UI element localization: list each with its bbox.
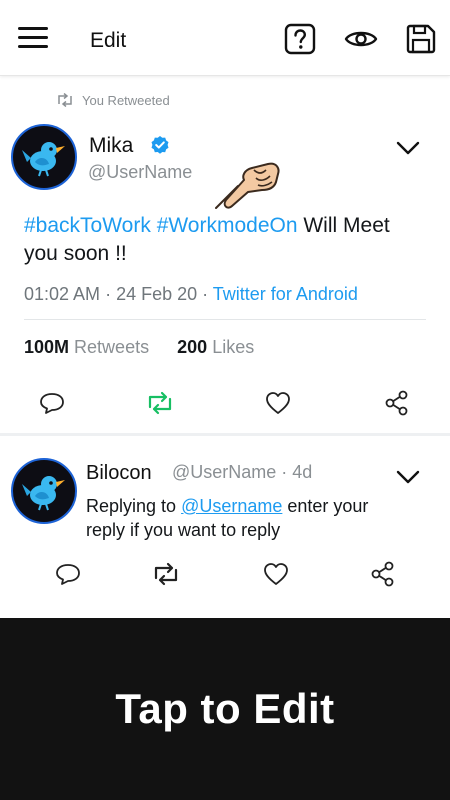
help-icon[interactable] (284, 23, 316, 55)
tweet-meta: 01:02 AM · 24 Feb 20 · Twitter for Andro… (24, 284, 358, 305)
bird-icon (22, 476, 65, 511)
share-icon[interactable] (369, 560, 397, 588)
tap-to-edit-banner[interactable]: Tap to Edit (0, 618, 450, 800)
retweet-action-icon[interactable] (144, 389, 176, 417)
hashtag-link[interactable]: #WorkmodeOn (157, 214, 298, 237)
retweet-icon (58, 93, 72, 107)
save-icon[interactable] (405, 23, 437, 55)
banner-text: Tap to Edit (115, 685, 335, 732)
share-icon[interactable] (383, 389, 411, 417)
tweet-author-name: Mika (89, 134, 134, 157)
toolbar-title: Edit (90, 29, 127, 52)
retweet-notice-text: You Retweeted (82, 92, 170, 108)
avatar[interactable] (11, 458, 77, 524)
verified-badge-icon (151, 136, 169, 154)
hashtag-link[interactable]: #backToWork (24, 214, 151, 237)
tweet-author-handle: @UserName (88, 162, 193, 182)
retweets-count[interactable]: 100M (24, 337, 69, 357)
reply-icon[interactable] (38, 389, 66, 417)
likes-label[interactable]: Likes (212, 337, 254, 357)
reply-author-name: Bilocon (86, 462, 152, 484)
tweet-source-link[interactable]: Twitter for Android (213, 284, 358, 304)
tweet-date: 24 Feb 20 (116, 284, 198, 304)
tweet-text: #backToWork #WorkmodeOn Will Meet you so… (24, 212, 428, 268)
menu-icon[interactable] (18, 26, 48, 50)
mention-link[interactable]: @Username (181, 496, 282, 516)
bird-icon (22, 142, 65, 177)
like-icon[interactable] (264, 389, 292, 417)
chevron-down-icon[interactable] (396, 140, 420, 156)
likes-count[interactable]: 200 (177, 337, 207, 357)
top-toolbar: Edit (0, 0, 450, 76)
chevron-down-icon[interactable] (396, 469, 420, 485)
like-icon[interactable] (262, 560, 290, 588)
eye-icon[interactable] (343, 23, 379, 55)
reply-prefix: Replying to (86, 496, 182, 516)
retweet-notice: You Retweeted (56, 92, 170, 108)
tweet-time: 01:02 AM (24, 284, 101, 304)
reply-text: Replying to @Username enter your reply i… (86, 494, 406, 542)
meta-separator: · (100, 284, 117, 304)
reply-icon[interactable] (54, 560, 82, 588)
tweet-stats: 100M Retweets 200 Likes (24, 337, 254, 358)
retweets-label[interactable]: Retweets (74, 337, 149, 357)
retweet-action-icon[interactable] (150, 560, 182, 588)
section-divider (0, 433, 450, 436)
meta-separator: · (197, 284, 213, 304)
reply-author-handle: @UserName · 4d (172, 462, 313, 482)
divider (24, 319, 426, 320)
avatar[interactable] (11, 124, 77, 190)
pointing-hand-icon (215, 162, 280, 209)
